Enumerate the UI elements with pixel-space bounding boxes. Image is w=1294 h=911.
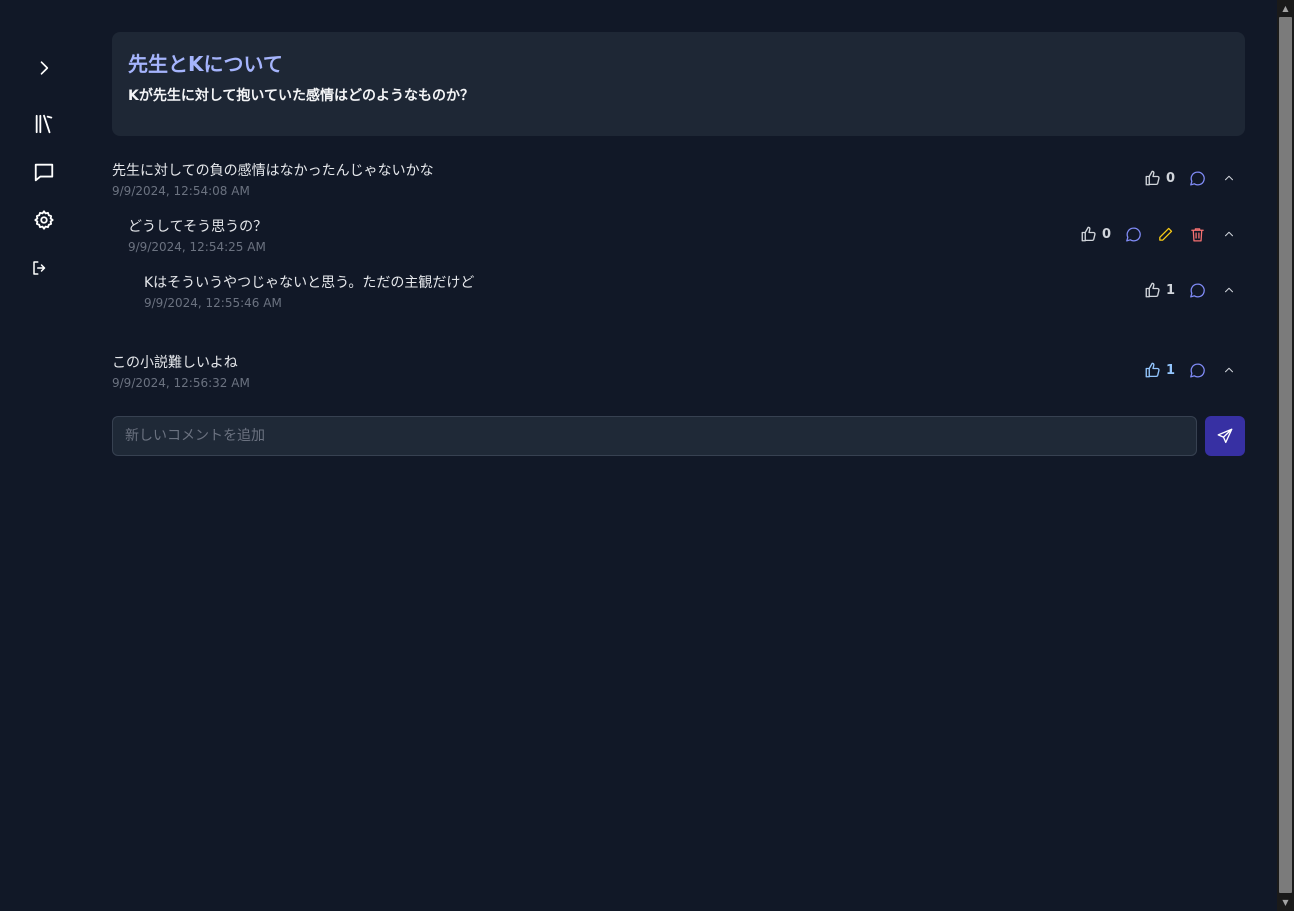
settings-gear-icon <box>34 210 54 230</box>
reply-button[interactable] <box>1117 222 1149 246</box>
scroll-down-arrow-icon[interactable]: ▼ <box>1277 894 1294 911</box>
thumbs-up-icon <box>1145 362 1160 378</box>
like-count: 1 <box>1166 282 1176 298</box>
logout-icon <box>33 261 46 275</box>
reply-button[interactable] <box>1181 278 1213 302</box>
collapse-button[interactable] <box>1213 358 1245 382</box>
comment-text: この小説難しいよね <box>112 355 238 371</box>
collapse-button[interactable] <box>1213 278 1245 302</box>
like-button[interactable]: 0 <box>1080 222 1117 246</box>
new-comment-input[interactable] <box>112 416 1197 456</box>
thumbs-up-icon <box>1145 170 1160 186</box>
edit-button[interactable] <box>1149 222 1181 246</box>
comment-timestamp: 9/9/2024, 12:54:08 AM <box>112 184 250 198</box>
like-count: 1 <box>1166 362 1176 378</box>
comment-timestamp: 9/9/2024, 12:54:25 AM <box>128 240 266 254</box>
comment-actions: 0 <box>1144 166 1245 190</box>
comment-item: Kはそういうやつじゃないと思う。ただの主観だけど 9/9/2024, 12:55… <box>144 272 474 310</box>
scroll-thumb[interactable] <box>1279 17 1292 893</box>
settings-button[interactable] <box>28 204 60 236</box>
discussions-button[interactable] <box>28 156 60 188</box>
sidebar <box>0 0 86 911</box>
expand-sidebar-button[interactable] <box>28 52 60 84</box>
thumbs-up-icon <box>1145 282 1160 298</box>
reply-bubble-icon <box>1125 226 1141 242</box>
library-button[interactable] <box>28 108 60 140</box>
comment-actions: 1 <box>1144 358 1245 382</box>
pencil-icon <box>1158 227 1172 241</box>
reply-bubble-icon <box>1189 170 1205 186</box>
logout-button[interactable] <box>24 252 56 284</box>
comment-text: 先生に対しての負の感情はなかったんじゃないかな <box>112 163 434 179</box>
like-count: 0 <box>1102 226 1112 242</box>
delete-button[interactable] <box>1181 222 1213 246</box>
scroll-up-arrow-icon[interactable]: ▲ <box>1277 0 1294 17</box>
comment-text: どうしてそう思うの？ <box>128 219 268 235</box>
reply-bubble-icon <box>1189 362 1205 378</box>
topic-card: 先生とKについて Kが先生に対して抱いていた感情はどのようなものか？ <box>112 32 1245 136</box>
reply-button[interactable] <box>1181 358 1213 382</box>
comment-item: 先生に対しての負の感情はなかったんじゃないかな 9/9/2024, 12:54:… <box>112 160 434 198</box>
like-count: 0 <box>1166 170 1176 186</box>
comment-text: Kはそういうやつじゃないと思う。ただの主観だけど <box>144 275 475 291</box>
comment-actions: 0 <box>1080 222 1245 246</box>
reply-bubble-icon <box>1189 282 1205 298</box>
chevron-up-icon <box>1225 367 1234 373</box>
message-square-icon <box>34 163 54 182</box>
like-button[interactable]: 0 <box>1144 166 1181 190</box>
send-comment-button[interactable] <box>1205 416 1245 456</box>
collapse-button[interactable] <box>1213 166 1245 190</box>
comment-actions: 1 <box>1144 278 1245 302</box>
topic-question: Kが先生に対して抱いていた感情はどのようなものか？ <box>128 88 475 104</box>
library-icon <box>35 114 53 134</box>
comment-item: この小説難しいよね 9/9/2024, 12:56:32 AM <box>112 352 250 390</box>
reply-button[interactable] <box>1181 166 1213 190</box>
like-button[interactable]: 1 <box>1144 278 1181 302</box>
thumbs-up-icon <box>1081 226 1096 242</box>
chevron-up-icon <box>1225 175 1234 181</box>
send-icon <box>1217 428 1233 444</box>
chevron-up-icon <box>1225 231 1234 237</box>
comment-item: どうしてそう思うの？ 9/9/2024, 12:54:25 AM <box>128 216 267 254</box>
comment-timestamp: 9/9/2024, 12:55:46 AM <box>144 296 282 310</box>
comment-timestamp: 9/9/2024, 12:56:32 AM <box>112 376 250 390</box>
like-button[interactable]: 1 <box>1144 358 1181 382</box>
collapse-button[interactable] <box>1213 222 1245 246</box>
chevron-up-icon <box>1225 287 1234 293</box>
trash-icon <box>1190 227 1204 242</box>
chevron-right-icon <box>40 61 49 75</box>
page-scrollbar[interactable]: ▲ ▼ <box>1277 0 1294 911</box>
topic-title: 先生とKについて <box>128 52 283 76</box>
